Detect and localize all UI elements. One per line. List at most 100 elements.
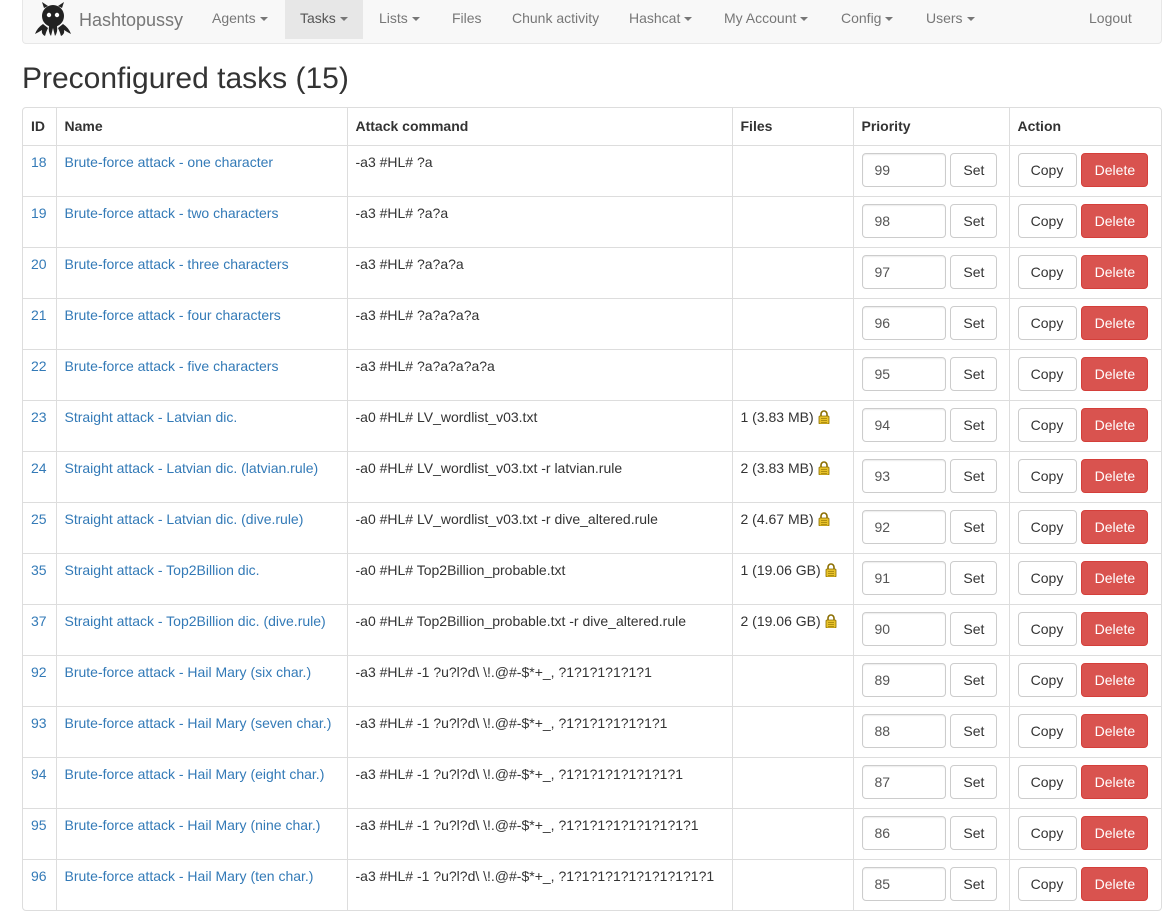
priority-input[interactable]: 91 [861,560,946,595]
set-priority-button[interactable]: Set [950,356,998,391]
nav-hashcat[interactable]: Hashcat [614,0,707,39]
delete-button[interactable]: Delete [1081,815,1149,850]
nav-my-account[interactable]: My Account [709,0,823,39]
priority-input[interactable]: 85 [861,866,946,901]
delete-button[interactable]: Delete [1081,560,1149,595]
delete-button[interactable]: Delete [1081,152,1149,187]
copy-button[interactable]: Copy [1017,203,1077,238]
task-name-link[interactable]: Straight attack - Latvian dic. [65,409,238,425]
copy-button[interactable]: Copy [1017,815,1077,850]
copy-button[interactable]: Copy [1017,866,1077,901]
task-id-link[interactable]: 18 [31,154,47,170]
task-name-link[interactable]: Brute-force attack - two characters [65,205,279,221]
copy-button[interactable]: Copy [1017,254,1077,289]
priority-input[interactable]: 93 [861,458,946,493]
set-priority-button[interactable]: Set [950,152,998,187]
copy-button[interactable]: Copy [1017,560,1077,595]
set-priority-button[interactable]: Set [950,611,998,646]
brand[interactable]: Hashtopussy [33,0,183,40]
nav-logout[interactable]: Logout [1074,0,1147,39]
copy-button[interactable]: Copy [1017,662,1077,697]
delete-button[interactable]: Delete [1081,866,1149,901]
task-id-link[interactable]: 20 [31,256,47,272]
copy-button[interactable]: Copy [1017,509,1077,544]
priority-input[interactable]: 89 [861,662,946,697]
delete-button[interactable]: Delete [1081,713,1149,748]
priority-input[interactable]: 98 [861,203,946,238]
set-priority-button[interactable]: Set [950,458,998,493]
nav-users[interactable]: Users [911,0,990,39]
delete-button[interactable]: Delete [1081,611,1149,646]
task-id-link[interactable]: 96 [31,868,47,884]
nav-chunk-activity[interactable]: Chunk activity [497,0,614,39]
priority-input[interactable]: 95 [861,356,946,391]
task-id-link[interactable]: 19 [31,205,47,221]
delete-button[interactable]: Delete [1081,458,1149,493]
delete-button[interactable]: Delete [1081,764,1149,799]
set-priority-button[interactable]: Set [950,764,998,799]
task-name-link[interactable]: Brute-force attack - Hail Mary (ten char… [65,868,314,884]
copy-button[interactable]: Copy [1017,152,1077,187]
task-name-link[interactable]: Brute-force attack - three characters [65,256,289,272]
delete-button[interactable]: Delete [1081,203,1149,238]
task-id-link[interactable]: 22 [31,358,47,374]
task-id-link[interactable]: 35 [31,562,47,578]
delete-button[interactable]: Delete [1081,662,1149,697]
priority-input[interactable]: 97 [861,254,946,289]
set-priority-button[interactable]: Set [950,866,998,901]
delete-button[interactable]: Delete [1081,305,1149,340]
set-priority-button[interactable]: Set [950,713,998,748]
priority-input[interactable]: 94 [861,407,946,442]
nav-lists[interactable]: Lists [364,0,435,39]
copy-button[interactable]: Copy [1017,713,1077,748]
priority-input[interactable]: 86 [861,815,946,850]
task-name-link[interactable]: Straight attack - Top2Billion dic. [65,562,260,578]
priority-input[interactable]: 99 [861,152,946,187]
task-name-link[interactable]: Straight attack - Latvian dic. (latvian.… [65,460,319,476]
set-priority-button[interactable]: Set [950,254,998,289]
task-name-link[interactable]: Brute-force attack - Hail Mary (nine cha… [65,817,321,833]
task-id-link[interactable]: 92 [31,664,47,680]
set-priority-button[interactable]: Set [950,662,998,697]
nav-tasks[interactable]: Tasks [285,0,363,39]
copy-button[interactable]: Copy [1017,356,1077,391]
delete-button[interactable]: Delete [1081,356,1149,391]
priority-input[interactable]: 88 [861,713,946,748]
task-id-link[interactable]: 21 [31,307,47,323]
copy-button[interactable]: Copy [1017,611,1077,646]
task-name-link[interactable]: Brute-force attack - five characters [65,358,279,374]
task-id-link[interactable]: 94 [31,766,47,782]
task-id-link[interactable]: 25 [31,511,47,527]
task-id-link[interactable]: 24 [31,460,47,476]
set-priority-button[interactable]: Set [950,305,998,340]
nav-files[interactable]: Files [437,0,497,39]
task-name-link[interactable]: Brute-force attack - Hail Mary (six char… [65,664,312,680]
set-priority-button[interactable]: Set [950,509,998,544]
task-name-link[interactable]: Brute-force attack - four characters [65,307,281,323]
set-priority-button[interactable]: Set [950,560,998,595]
priority-input[interactable]: 92 [861,509,946,544]
set-priority-button[interactable]: Set [950,407,998,442]
delete-button[interactable]: Delete [1081,407,1149,442]
copy-button[interactable]: Copy [1017,407,1077,442]
nav-config[interactable]: Config [826,0,908,39]
nav-agents[interactable]: Agents [197,0,283,39]
priority-input[interactable]: 90 [861,611,946,646]
task-name-link[interactable]: Brute-force attack - Hail Mary (eight ch… [65,766,325,782]
task-id-link[interactable]: 37 [31,613,47,629]
set-priority-button[interactable]: Set [950,203,998,238]
task-id-link[interactable]: 23 [31,409,47,425]
task-name-link[interactable]: Brute-force attack - one character [65,154,274,170]
delete-button[interactable]: Delete [1081,254,1149,289]
priority-input[interactable]: 87 [861,764,946,799]
copy-button[interactable]: Copy [1017,458,1077,493]
copy-button[interactable]: Copy [1017,764,1077,799]
task-id-link[interactable]: 93 [31,715,47,731]
set-priority-button[interactable]: Set [950,815,998,850]
priority-input[interactable]: 96 [861,305,946,340]
copy-button[interactable]: Copy [1017,305,1077,340]
task-name-link[interactable]: Straight attack - Latvian dic. (dive.rul… [65,511,304,527]
task-id-link[interactable]: 95 [31,817,47,833]
delete-button[interactable]: Delete [1081,509,1149,544]
task-name-link[interactable]: Brute-force attack - Hail Mary (seven ch… [65,715,332,731]
